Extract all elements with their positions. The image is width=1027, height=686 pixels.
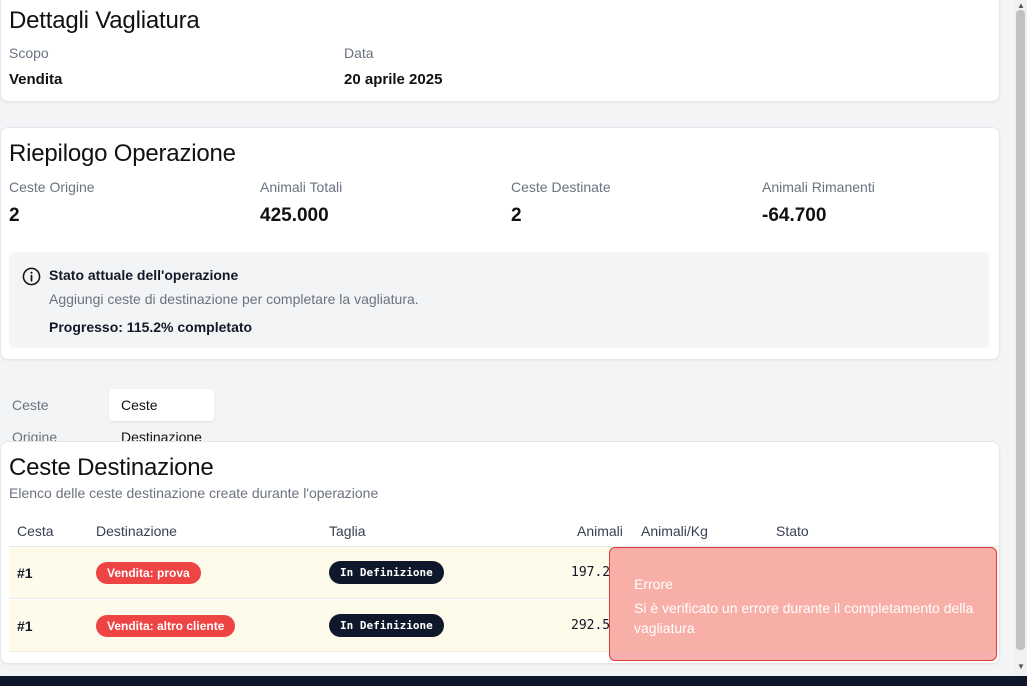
summary-title: Riepilogo Operazione xyxy=(9,140,236,167)
tab-ceste-destinazione[interactable]: Ceste Destinazione xyxy=(109,389,214,445)
stat-label-ceste-origine: Ceste Origine xyxy=(9,179,95,195)
stat-value-ceste-origine: 2 xyxy=(9,205,20,226)
column-header-taglia: Taglia xyxy=(329,523,366,539)
row-animali: 197.2 xyxy=(571,565,611,580)
status-progress: Progresso: 115.2% completato xyxy=(49,319,253,335)
summary-card: Riepilogo Operazione Ceste Origine 2 Ani… xyxy=(0,127,1000,360)
status-title: Stato attuale dell'operazione xyxy=(49,267,239,283)
size-badge: In Definizione xyxy=(329,614,444,637)
destinations-subtitle: Elenco delle ceste destinazione create d… xyxy=(9,485,379,501)
bottom-bar xyxy=(0,676,1027,686)
column-header-stato: Stato xyxy=(776,523,809,539)
destination-badge: Vendita: altro cliente xyxy=(96,615,236,637)
info-icon xyxy=(22,267,41,286)
operation-status-box: Stato attuale dell'operazione Aggiungi c… xyxy=(9,252,989,348)
date-label: Data xyxy=(344,45,374,61)
scroll-up-arrow-icon[interactable]: ▲ xyxy=(1017,1,1025,10)
stat-label-animali-rimanenti: Animali Rimanenti xyxy=(762,179,875,195)
toast-message: Si è verificato un errore durante il com… xyxy=(634,600,974,636)
stat-value-animali-totali: 425.000 xyxy=(260,205,329,226)
destination-badge: Vendita: prova xyxy=(96,562,201,584)
details-title: Dettagli Vagliatura xyxy=(9,7,200,34)
status-description: Aggiungi ceste di destinazione per compl… xyxy=(49,291,419,307)
column-header-animali: Animali xyxy=(577,523,623,539)
scope-value: Vendita xyxy=(9,71,63,88)
stat-label-ceste-destinate: Ceste Destinate xyxy=(511,179,611,195)
column-header-cesta: Cesta xyxy=(17,523,54,539)
destinations-title: Ceste Destinazione xyxy=(9,454,214,481)
error-toast[interactable]: Errore Si è verificato un errore durante… xyxy=(609,547,997,661)
scope-label: Scopo xyxy=(9,45,49,61)
size-badge: In Definizione xyxy=(329,561,444,584)
column-header-destinazione: Destinazione xyxy=(96,523,177,539)
details-card: Dettagli Vagliatura Scopo Vendita Data 2… xyxy=(0,0,1000,102)
row-cesta: #1 xyxy=(17,565,33,581)
stat-value-animali-rimanenti: -64.700 xyxy=(762,205,827,226)
row-cesta: #1 xyxy=(17,618,33,634)
column-header-animali-kg: Animali/Kg xyxy=(641,523,708,539)
vertical-scrollbar[interactable]: ▲ ▼ xyxy=(1014,0,1027,676)
toast-title: Errore xyxy=(634,576,673,592)
stat-value-ceste-destinate: 2 xyxy=(511,205,522,226)
scrollbar-thumb[interactable] xyxy=(1016,10,1025,650)
stat-label-animali-totali: Animali Totali xyxy=(260,179,343,195)
date-value: 20 aprile 2025 xyxy=(344,71,443,88)
row-animali: 292.5 xyxy=(571,618,611,633)
scroll-down-arrow-icon[interactable]: ▼ xyxy=(1017,662,1025,671)
tab-ceste-origine[interactable]: Ceste Origine xyxy=(0,389,69,445)
